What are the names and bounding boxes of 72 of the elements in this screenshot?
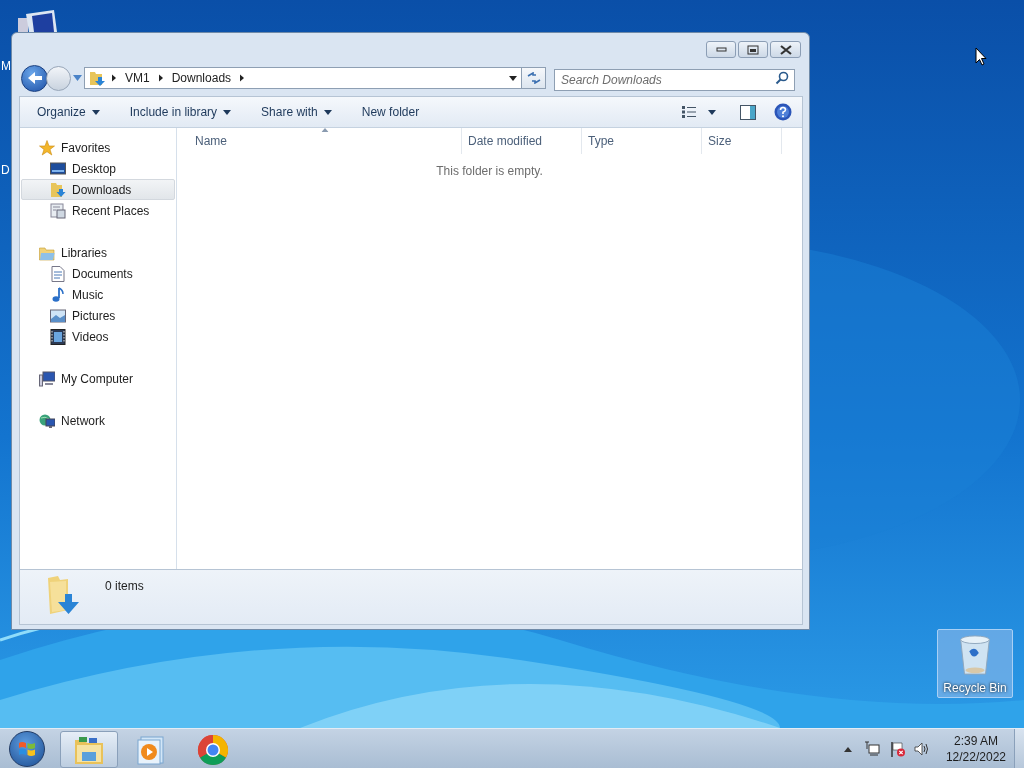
toolbar-button[interactable]: Share with [250,99,343,125]
folder-download-icon [88,69,106,87]
minimize-icon [715,47,727,52]
caret-icon [223,109,232,115]
caret-icon [91,109,100,115]
desktop-icon-label[interactable]: M [1,60,11,72]
refresh-button[interactable] [522,67,546,89]
item-count: 0 items [105,578,144,595]
column-header[interactable]: Date modified [462,128,582,154]
caret-icon [323,109,332,115]
caret-icon [72,75,82,81]
nav-item[interactable]: Recent Places [21,200,175,221]
refresh-icon [526,72,541,84]
start-button[interactable] [9,730,45,767]
music-note-icon [50,286,66,303]
folder-download-icon [50,181,66,198]
caret-icon [509,75,517,81]
taskbar-button[interactable] [60,731,118,768]
nav-item[interactable]: Libraries [21,242,175,263]
sort-arrow-icon [321,128,329,132]
nav-item[interactable]: Videos [21,326,175,347]
nav-item[interactable]: Pictures [21,305,175,326]
network-icon [39,412,55,429]
maximize-button[interactable] [738,41,768,58]
favorites-star-icon [39,139,55,156]
breadcrumb[interactable]: Downloads [168,69,235,87]
nav-item[interactable]: Desktop [21,158,175,179]
browser-icon [197,733,229,766]
close-icon [779,44,792,55]
computer-icon [39,370,55,387]
breadcrumb[interactable]: VM1 [122,69,153,87]
address-bar[interactable]: VM1 Downloads [84,67,522,89]
speaker-icon[interactable] [913,741,930,757]
network-icon[interactable] [863,741,880,757]
picture-icon [50,307,66,324]
nav-item[interactable]: Music [21,284,175,305]
nav-item[interactable]: My Computer [21,368,175,389]
close-button[interactable] [770,41,801,58]
recent-pages-button[interactable] [71,73,83,83]
search-field[interactable]: Search Downloads [554,69,795,91]
caret-icon [708,109,716,115]
libraries-folder-icon [39,244,55,261]
desktop-icon [50,160,66,177]
toolbar-button[interactable]: Organize [26,99,111,125]
film-icon [50,328,66,345]
column-header[interactable]: Size [702,128,782,154]
windows-logo-icon [18,739,36,758]
nav-item[interactable]: Favorites [21,137,175,158]
nav-item[interactable]: Network [21,410,175,431]
empty-folder-message: This folder is empty. [435,163,544,180]
icon-label: Recycle Bin [943,680,1007,697]
help-icon [774,103,792,121]
search-icon [775,71,789,85]
nav-item[interactable]: Documents [21,263,175,284]
document-icon [50,265,66,282]
folder-download-icon [46,574,82,616]
caret-icon [843,746,852,752]
desktop-icon-label[interactable]: D [1,164,10,176]
flag-icon[interactable] [889,741,906,757]
clock[interactable]: 2:39 AM 12/22/2022 [941,733,1010,765]
toolbar-button[interactable]: Include in library [118,99,243,125]
nav-item[interactable]: Downloads [21,179,175,200]
column-header[interactable]: Type [582,128,702,154]
mouse-cursor-icon [975,47,987,66]
back-arrow-icon [26,71,43,85]
maximize-icon [747,44,759,55]
back-button[interactable] [21,64,48,92]
column-header[interactable]: Name [189,128,462,154]
view-list-icon [682,106,696,118]
toolbar-button[interactable]: New folder [350,99,431,125]
preview-pane-icon [740,104,756,120]
recent-places-icon [50,202,66,219]
